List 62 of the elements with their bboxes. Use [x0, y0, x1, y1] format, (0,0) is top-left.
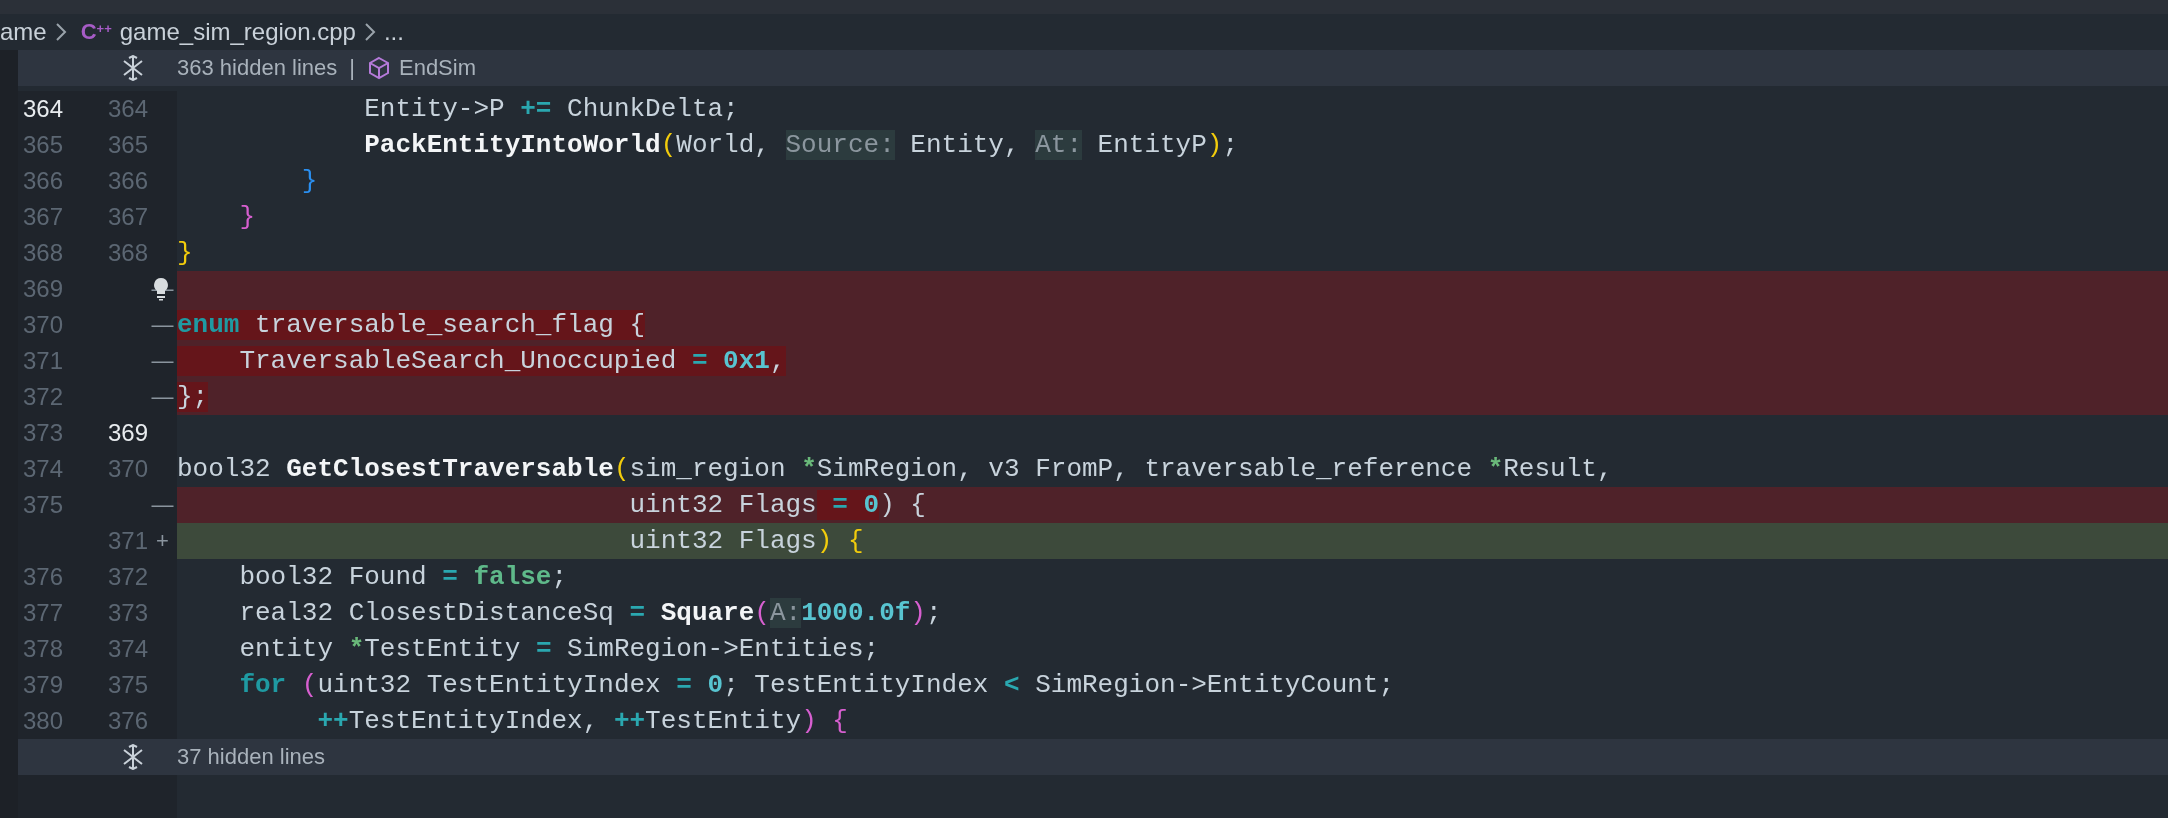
cpp-file-icon: C$^{++}$	[80, 19, 112, 45]
breadcrumb-item[interactable]: ...	[383, 18, 404, 46]
line-number: 364	[21, 94, 63, 124]
line-number: 373	[106, 598, 148, 628]
line-number: 366	[106, 166, 148, 196]
code-line: entity *TestEntity = SimRegion->Entities;	[238, 633, 881, 666]
line-number: 374	[106, 634, 148, 664]
diff-marker: +	[155, 527, 170, 555]
chevron-icon	[363, 22, 376, 42]
line-number: 380	[21, 706, 63, 736]
breadcrumb-item[interactable]: ame	[0, 18, 47, 46]
cube-icon	[366, 56, 391, 80]
hidden-lines-label: 363 hidden lines	[177, 55, 338, 81]
separator: |	[349, 55, 355, 81]
line-number: 370	[106, 454, 148, 484]
code-line: real32 ClosestDistanceSq = Square(A:1000.0f);	[238, 597, 943, 630]
hidden-lines-label: 37 hidden lines	[177, 744, 325, 770]
line-number: 378	[21, 634, 63, 664]
code-line: Entity->P += ChunkDelta;	[363, 93, 740, 126]
diff-marker: —	[150, 311, 175, 339]
line-number: 369	[21, 274, 63, 304]
unfold-icon[interactable]	[121, 744, 145, 770]
line-number: 367	[106, 202, 148, 232]
line-number: 371	[21, 346, 63, 376]
line-number: 368	[106, 238, 148, 268]
code-line: bool32 GetClosestTraversable(sim_region *SimRegion, v3 FromP, traversable_reference *Result,	[177, 453, 1614, 486]
chevron-icon	[54, 22, 67, 42]
line-number: 367	[21, 202, 63, 232]
code-line: }	[300, 165, 319, 198]
line-number: 375	[21, 490, 63, 520]
line-number: 370	[21, 310, 63, 340]
line-number: 374	[21, 454, 63, 484]
line-number: 375	[106, 670, 148, 700]
code-line: }	[177, 237, 194, 270]
diff-marker: —	[150, 347, 175, 375]
lightbulb-icon[interactable]	[152, 277, 170, 301]
diff-marker: —	[150, 491, 175, 519]
line-number: 373	[21, 418, 63, 448]
line-number: 376	[21, 562, 63, 592]
line-number: 366	[21, 166, 63, 196]
line-number: 376	[106, 706, 148, 736]
code-line: bool32 Found = false;	[238, 561, 569, 594]
line-number: 371	[106, 526, 148, 556]
line-number: 372	[106, 562, 148, 592]
line-number: 365	[106, 130, 148, 160]
line-number: 368	[21, 238, 63, 268]
symbol-name[interactable]: EndSim	[398, 55, 476, 81]
folded-region-bar[interactable]: 363 hidden lines | EndSim	[18, 50, 2168, 86]
line-number: 364	[106, 94, 148, 124]
line-number: 379	[21, 670, 63, 700]
line-number: 377	[21, 598, 63, 628]
line-number: 372	[21, 382, 63, 412]
line-number: 365	[21, 130, 63, 160]
code-line: for (uint32 TestEntityIndex = 0; TestEntityIndex < SimRegion->EntityCount;	[238, 669, 1396, 702]
diff-marker: —	[150, 383, 175, 411]
unfold-icon[interactable]	[121, 55, 145, 81]
code-line: PackEntityIntoWorld(World, Source: Entity, At: EntityP);	[363, 129, 1240, 162]
code-line: ++TestEntityIndex, ++TestEntity) {	[316, 705, 849, 738]
folded-region-bar[interactable]: 37 hidden lines	[18, 739, 2168, 775]
line-number: 369	[106, 418, 148, 448]
code-line: }	[238, 201, 256, 234]
breadcrumb-item[interactable]: game_sim_region.cpp	[119, 18, 356, 46]
